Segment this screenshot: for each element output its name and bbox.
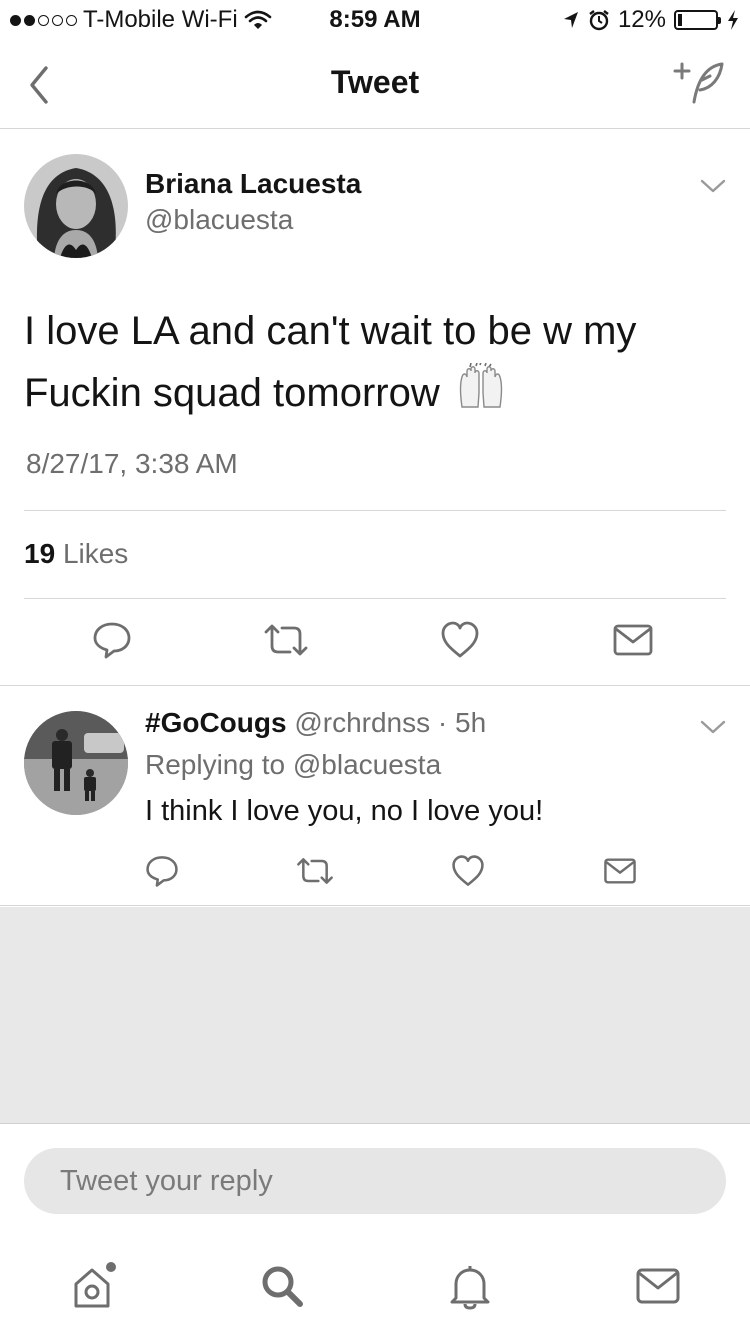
tab-notifications[interactable] xyxy=(442,1258,498,1314)
main-tweet: Briana Lacuesta @blacuesta I love LA and… xyxy=(0,130,750,686)
avatar[interactable] xyxy=(24,711,128,815)
status-right: 12% xyxy=(562,6,740,34)
envelope-icon xyxy=(613,624,653,656)
signal-dot xyxy=(66,14,77,26)
avatar[interactable] xyxy=(24,154,128,258)
notifications-icon xyxy=(450,1266,490,1310)
messages-icon xyxy=(636,1268,680,1304)
tweet-options-button[interactable] xyxy=(698,176,728,196)
chevron-down-icon xyxy=(700,179,726,193)
status-left: T-Mobile Wi-Fi xyxy=(10,6,272,34)
alarm-icon xyxy=(589,10,609,31)
battery-percent: 12% xyxy=(617,6,666,33)
retweet-button[interactable] xyxy=(262,618,310,662)
signal-dot xyxy=(10,14,21,26)
envelope-icon xyxy=(604,858,636,884)
tweet-timestamp: 8/27/17, 3:38 AM xyxy=(26,448,238,479)
tweet-text: I love LA and can't wait to be w my Fuck… xyxy=(24,300,724,427)
retweet-icon xyxy=(264,624,308,656)
back-button[interactable] xyxy=(22,60,58,110)
like-button[interactable] xyxy=(438,618,482,662)
wifi-icon xyxy=(244,10,271,29)
reply-input[interactable] xyxy=(24,1148,726,1214)
likes-label: Likes xyxy=(62,538,129,569)
tab-bar xyxy=(0,1236,750,1334)
retweet-button[interactable] xyxy=(294,851,336,891)
signal-dot xyxy=(38,14,49,26)
divider xyxy=(24,598,726,599)
separator-dot: · xyxy=(437,707,448,738)
signal-strength xyxy=(10,14,77,26)
author-handle[interactable]: @blacuesta xyxy=(145,204,293,236)
chevron-left-icon xyxy=(30,66,48,104)
reply-options-button[interactable] xyxy=(698,717,728,737)
replying-to[interactable]: Replying to @blacuesta xyxy=(145,749,441,781)
reply-text: I think I love you, no I love you! xyxy=(145,795,544,827)
reply-button[interactable] xyxy=(90,618,134,662)
author-name[interactable]: Briana Lacuesta xyxy=(145,168,361,200)
compose-tweet-icon xyxy=(673,62,724,104)
retweet-icon xyxy=(297,858,333,884)
signal-dot xyxy=(52,14,63,26)
like-button[interactable] xyxy=(448,851,488,891)
heart-icon xyxy=(441,621,479,658)
chevron-down-icon xyxy=(700,720,726,734)
divider xyxy=(24,510,726,511)
carrier-label: T-Mobile Wi-Fi xyxy=(83,6,238,33)
reply-author-name[interactable]: #GoCougs xyxy=(145,707,287,738)
likes-count: 19 xyxy=(24,538,56,569)
compose-tweet-button[interactable] xyxy=(672,58,730,112)
reply-composer xyxy=(0,1125,750,1235)
reply-button[interactable] xyxy=(142,851,182,891)
likes-link[interactable]: 19 Likes xyxy=(24,538,128,570)
tab-search[interactable] xyxy=(254,1258,310,1314)
author-avatar-image xyxy=(24,154,128,258)
reply-time: 5h xyxy=(455,707,487,738)
reply-action-bar xyxy=(0,849,750,909)
reply-author-handle[interactable]: @rchrdnss xyxy=(294,707,430,738)
raising-hands-emoji xyxy=(456,362,506,427)
battery-icon xyxy=(674,10,721,30)
signal-dot xyxy=(24,14,35,26)
reply-header: #GoCougs @rchrdnss · 5h xyxy=(145,707,486,739)
home-icon xyxy=(74,1262,116,1308)
location-arrow-icon xyxy=(563,12,578,28)
direct-message-button[interactable] xyxy=(610,618,656,662)
tweet-action-bar xyxy=(0,612,750,672)
charging-bolt-icon xyxy=(728,10,738,30)
tab-messages[interactable] xyxy=(630,1258,686,1314)
page-title: Tweet xyxy=(330,64,420,100)
reply-icon xyxy=(146,856,178,887)
reply-tweet[interactable]: #GoCougs @rchrdnss · 5h Replying to @bla… xyxy=(0,687,750,906)
direct-message-button[interactable] xyxy=(600,851,640,891)
reply-icon xyxy=(93,622,131,659)
navigation-bar: Tweet xyxy=(0,40,750,129)
empty-replies-area xyxy=(0,907,750,1124)
reply-author-avatar-image xyxy=(24,711,128,815)
heart-icon xyxy=(452,855,484,886)
status-bar: T-Mobile Wi-Fi 8:59 AM 12% xyxy=(0,0,750,40)
tab-home[interactable] xyxy=(66,1258,122,1314)
search-icon xyxy=(262,1266,303,1307)
tweet-body: I love LA and can't wait to be w my Fuck… xyxy=(24,309,637,415)
